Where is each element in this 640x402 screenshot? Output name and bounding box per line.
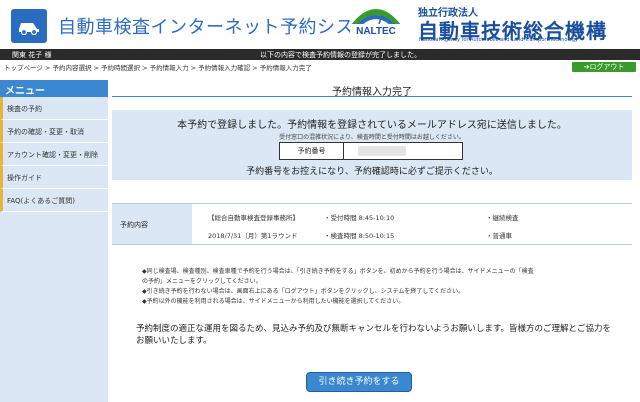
logout-button[interactable]: ➔ログアウト (572, 62, 636, 72)
app-title: 自動車検査インターネット予約システム (58, 17, 391, 38)
detail-reception-time: ・受付時間 8:45-10:10 (324, 214, 395, 222)
policy-appeal: 予約制度の適正な運用を図るため、見込み予約及び無断キャンセルを行わないようお願い… (136, 324, 611, 346)
reservation-number-label: 予約番号 (280, 143, 344, 159)
agency-english-name: National Agency for Automobile and Land … (419, 37, 579, 43)
sidebar-item-reservation[interactable]: 検査の予約 (0, 97, 108, 120)
completion-message-box: 本予約で登録しました。予約情報を登録されているメールアドレス宛に送信しました。 … (112, 110, 632, 180)
detail-vehicle-type: ・普通車 (486, 232, 512, 240)
continue-reservation-button[interactable]: 引き続き予約をする (306, 372, 412, 392)
sidebar-item-confirm-change-cancel[interactable]: 予約の確認・変更・取消 (0, 120, 108, 143)
detail-date: 2018/7/31（月）第1ラウンド (208, 232, 298, 240)
note-item: ◆予約以外の機能を利用される場合は、サイドメニューから利用したい機能を選択してく… (142, 298, 405, 305)
header: 自動車検査インターネット予約システム NALTEC 独立行政法人 自動車技術総合… (0, 0, 640, 48)
note-item: の予約」メニューをクリックしてください。 (142, 278, 262, 285)
sidebar-item-guide[interactable]: 操作ガイド (0, 166, 108, 189)
number-instruction: 予約番号をお控えになり、予約確認時に必ずご提示ください。 (246, 167, 498, 177)
menu-heading: メニュー (0, 80, 108, 97)
logout-label: ログアウト (589, 63, 625, 71)
note-item: ◆同じ検査場、検査種別、検査車種で予約を行う場合は、「引き続き予約をする」ボタン… (142, 268, 534, 275)
reservation-number-table: 予約番号 (279, 142, 463, 160)
status-notice: 以下の内容で検査予約情報の登録が完了しました。 (260, 51, 421, 59)
sidebar-item-account[interactable]: アカウント確認・変更・削除 (0, 143, 108, 166)
sidebar-item-faq[interactable]: FAQ(よくあるご質問) (0, 189, 108, 212)
page-title: 予約情報入力完了 (112, 80, 632, 98)
system-logo (11, 9, 47, 43)
completion-message: 本予約で登録しました。予約情報を登録されているメールアドレス宛に送信しました。 (177, 120, 567, 131)
sidebar: メニュー 検査の予約 予約の確認・変更・取消 アカウント確認・変更・削除 操作ガ… (0, 80, 108, 402)
detail-inspection-time: ・検査時間 8:50-10:15 (324, 232, 395, 240)
main-content: 予約情報入力完了 本予約で登録しました。予約情報を登録されているメールアドレス宛… (112, 80, 640, 402)
reservation-detail: 予約内容 【総合自動車検査登録事務所】 ・受付時間 8:45-10:10 ・継続… (112, 203, 632, 245)
detail-place: 【総合自動車検査登録事務所】 (208, 214, 299, 222)
detail-inspection-type: ・継続検査 (486, 214, 519, 222)
reservation-number-redacted (358, 146, 406, 156)
user-name: 関東 花子 様 (12, 51, 52, 59)
naltec-logo: NALTEC (350, 9, 402, 37)
svg-text:NALTEC: NALTEC (356, 26, 396, 37)
breadcrumb-row: トップページ > 予約内容選択 > 予約時間選択 > 予約情報入力 > 予約情報… (0, 61, 640, 73)
arrival-note: 受付窓口の混雑状況により、検査時間と受付時間はお越しください。 (279, 134, 465, 141)
car-icon (19, 23, 39, 35)
info-bar: 関東 花子 様 以下の内容で検査予約情報の登録が完了しました。 (0, 49, 640, 60)
notes-list: ◆同じ検査場、検査種別、検査車種で予約を行う場合は、「引き続き予約をする」ボタン… (142, 266, 622, 306)
note-item: ◆引き続き予約を行わない場合は、画面右上にある「ログアウト」ボタンをクリックし、… (142, 288, 465, 295)
breadcrumb[interactable]: トップページ > 予約内容選択 > 予約時間選択 > 予約情報入力 > 予約情報… (4, 62, 312, 72)
detail-label: 予約内容 (112, 204, 192, 244)
